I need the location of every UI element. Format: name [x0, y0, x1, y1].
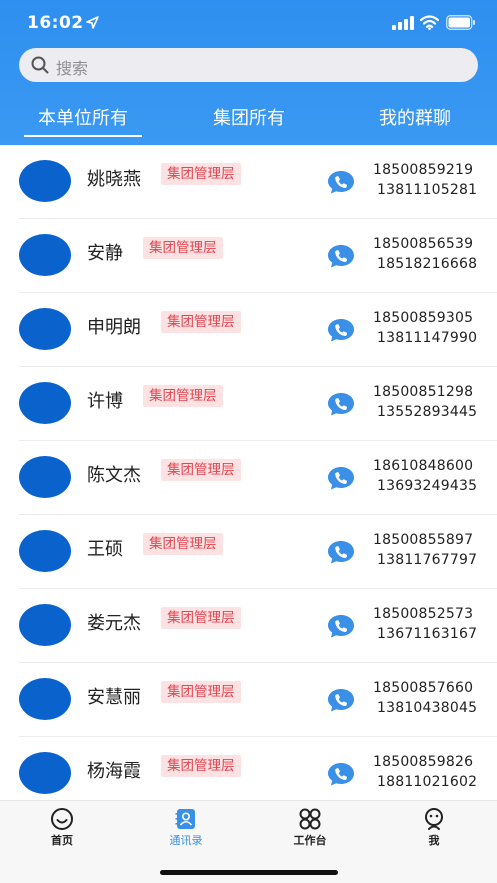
tab-this-unit[interactable]: 本单位所有	[24, 104, 142, 130]
status-bar: 16:02	[0, 0, 497, 44]
contact-name: 陈文杰	[87, 465, 141, 486]
search-placeholder: 搜索	[56, 59, 89, 78]
phone-secondary[interactable]: 13811147990	[377, 330, 477, 346]
location-arrow-icon	[86, 16, 99, 29]
tabbar-item-contacts[interactable]: 通讯录	[146, 807, 226, 848]
tabbar-item-me[interactable]: 我	[394, 807, 474, 848]
role-badge: 集团管理层	[161, 681, 241, 703]
role-badge: 集团管理层	[161, 755, 241, 777]
contact-name: 杨海霞	[87, 761, 141, 782]
me-icon	[425, 808, 443, 830]
contact-row[interactable]: 安静 集团管理层 18500856539 18518216668	[0, 219, 497, 293]
contact-name: 许博	[87, 391, 123, 412]
avatar	[19, 308, 71, 350]
contact-row[interactable]: 姚晓燕 集团管理层 18500859219 13811105281	[0, 145, 497, 219]
contact-row[interactable]: 王硕 集团管理层 18500855897 13811767797	[0, 515, 497, 589]
avatar	[19, 530, 71, 572]
contact-row[interactable]: 陈文杰 集团管理层 18610848600 13693249435	[0, 441, 497, 515]
phone-call-icon[interactable]	[327, 392, 355, 416]
role-badge: 集团管理层	[161, 459, 241, 481]
tabbar-item-home[interactable]: 首页	[22, 807, 102, 848]
phone-call-icon[interactable]	[327, 318, 355, 342]
tabbar-label-home: 首页	[51, 834, 73, 847]
contact-name: 安慧丽	[87, 687, 141, 708]
contact-name: 王硕	[87, 539, 123, 560]
phone-primary[interactable]: 18500855897	[373, 532, 473, 548]
contact-row[interactable]: 安慧丽 集团管理层 18500857660 13810438045	[0, 663, 497, 737]
search-input[interactable]: 搜索	[19, 48, 478, 82]
avatar	[19, 382, 71, 424]
phone-primary[interactable]: 18610848600	[373, 458, 473, 474]
phone-call-icon[interactable]	[327, 540, 355, 564]
phone-call-icon[interactable]	[327, 688, 355, 712]
phone-call-icon[interactable]	[327, 614, 355, 638]
avatar	[19, 752, 71, 794]
role-badge: 集团管理层	[161, 163, 241, 185]
phone-primary[interactable]: 18500859305	[373, 310, 473, 326]
phone-call-icon[interactable]	[327, 466, 355, 490]
phone-call-icon[interactable]	[327, 170, 355, 194]
phone-call-icon[interactable]	[327, 244, 355, 268]
contact-name: 申明朗	[87, 317, 141, 338]
contact-name: 娄元杰	[87, 613, 141, 634]
tab-my-group-chats[interactable]: 我的群聊	[356, 104, 474, 130]
phone-primary[interactable]: 18500856539	[373, 236, 473, 252]
home-indicator	[160, 870, 338, 875]
header: 16:02 搜索 本单位所有 集团所有 我的群聊	[0, 0, 497, 145]
phone-secondary[interactable]: 13552893445	[377, 404, 477, 420]
avatar	[19, 678, 71, 720]
contact-name: 安静	[87, 243, 123, 264]
phone-secondary[interactable]: 13811105281	[377, 182, 477, 198]
wifi-icon	[420, 15, 439, 30]
contact-row[interactable]: 许博 集团管理层 18500851298 13552893445	[0, 367, 497, 441]
contact-row[interactable]: 杨海霞 集团管理层 18500859826 18811021602	[0, 737, 497, 800]
role-badge: 集团管理层	[143, 385, 223, 407]
phone-primary[interactable]: 18500851298	[373, 384, 473, 400]
tab-bar-top: 本单位所有 集团所有 我的群聊	[0, 90, 497, 145]
smiley-icon	[51, 808, 73, 830]
avatar	[19, 160, 71, 202]
tabbar-label-workbench: 工作台	[293, 834, 327, 847]
active-tab-indicator	[24, 135, 142, 137]
status-time: 16:02	[27, 13, 84, 33]
phone-primary[interactable]: 18500852573	[373, 606, 473, 622]
workbench-icon	[299, 808, 321, 830]
tabbar-label-contacts: 通讯录	[169, 834, 203, 847]
contact-row[interactable]: 娄元杰 集团管理层 18500852573 13671163167	[0, 589, 497, 663]
avatar	[19, 604, 71, 646]
phone-primary[interactable]: 18500859826	[373, 754, 473, 770]
role-badge: 集团管理层	[143, 237, 223, 259]
role-badge: 集团管理层	[161, 607, 241, 629]
contact-list: 姚晓燕 集团管理层 18500859219 13811105281 安静 集团管理层 185…	[0, 145, 497, 800]
phone-secondary[interactable]: 13811767797	[377, 552, 477, 568]
search-icon	[31, 56, 49, 74]
tab-group-all[interactable]: 集团所有	[190, 104, 308, 130]
phone-secondary[interactable]: 18518216668	[377, 256, 477, 272]
phone-call-icon[interactable]	[327, 762, 355, 786]
tabbar-item-workbench[interactable]: 工作台	[270, 807, 350, 848]
role-badge: 集团管理层	[143, 533, 223, 555]
cellular-signal-icon	[392, 16, 414, 30]
phone-secondary[interactable]: 13693249435	[377, 478, 477, 494]
phone-secondary[interactable]: 13671163167	[377, 626, 477, 642]
battery-icon	[446, 15, 475, 30]
phone-secondary[interactable]: 18811021602	[377, 774, 477, 790]
avatar	[19, 234, 71, 276]
contacts-icon	[175, 809, 195, 829]
tabbar-label-me: 我	[428, 834, 440, 847]
phone-primary[interactable]: 18500857660	[373, 680, 473, 696]
role-badge: 集团管理层	[161, 311, 241, 333]
contact-name: 姚晓燕	[87, 169, 141, 190]
phone-primary[interactable]: 18500859219	[373, 162, 473, 178]
contact-row[interactable]: 申明朗 集团管理层 18500859305 13811147990	[0, 293, 497, 367]
avatar	[19, 456, 71, 498]
phone-secondary[interactable]: 13810438045	[377, 700, 477, 716]
